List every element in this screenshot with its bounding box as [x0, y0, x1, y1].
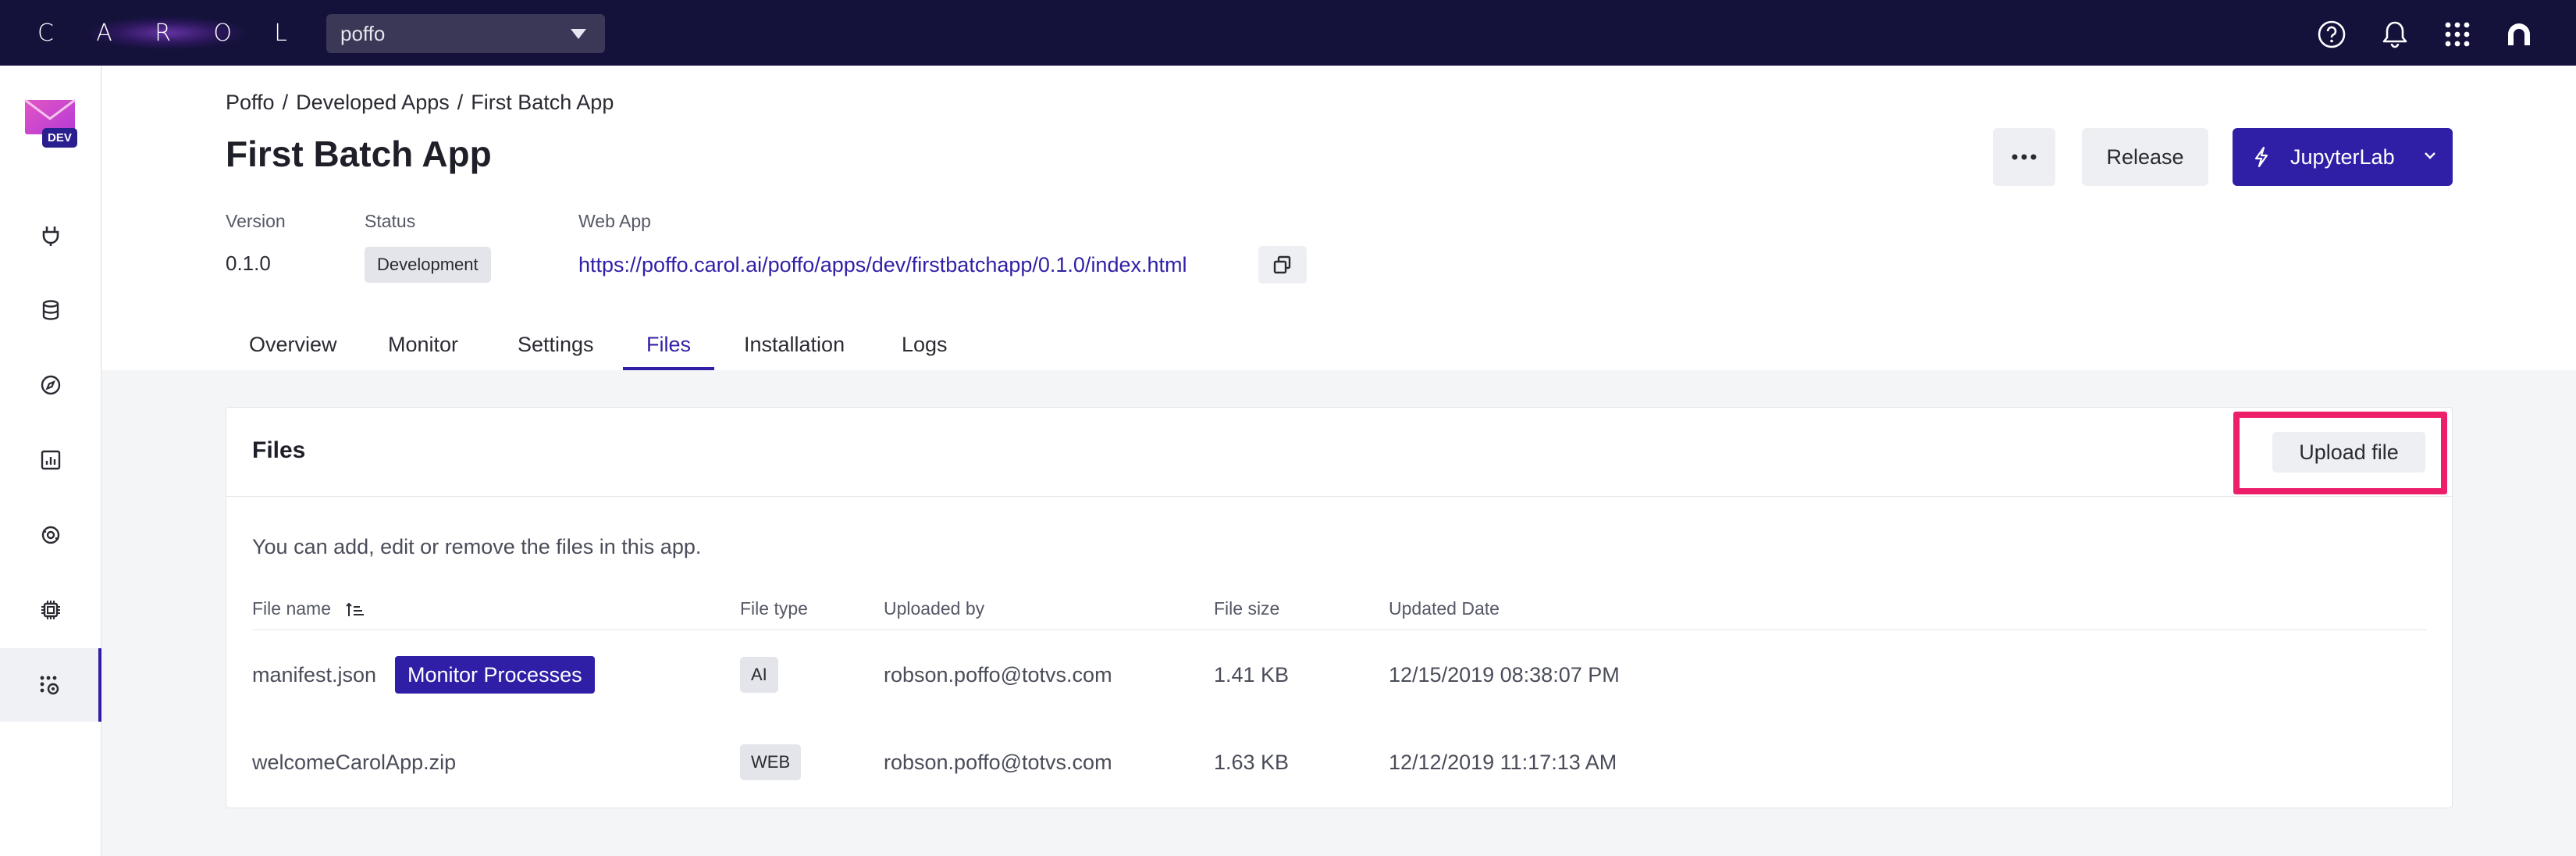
- files-description: You can add, edit or remove the files in…: [252, 535, 702, 558]
- breadcrumb-developed-apps[interactable]: Developed Apps: [296, 91, 450, 114]
- files-card-title: Files: [252, 437, 306, 463]
- highlight-box: [2233, 412, 2447, 494]
- tab-overview[interactable]: Overview: [226, 320, 361, 370]
- files-card-header: Files Upload file: [226, 408, 2452, 497]
- status-badge: Development: [365, 247, 491, 283]
- tab-installation[interactable]: Installation: [720, 320, 868, 370]
- logo-letter: L: [274, 19, 289, 47]
- file-type-badge: WEB: [740, 744, 802, 780]
- database-icon: [42, 300, 59, 320]
- sidebar-item-processes[interactable]: [0, 498, 101, 572]
- apps-settings-icon: [40, 676, 59, 695]
- breadcrumb-poffo[interactable]: Poffo: [226, 91, 275, 114]
- page-title: First Batch App: [226, 134, 492, 174]
- sidebar-item-data[interactable]: [0, 273, 101, 347]
- sidebar-item-apps[interactable]: [0, 648, 101, 722]
- plug-icon: [42, 226, 59, 246]
- bolt-icon: [2254, 146, 2268, 168]
- tab-settings[interactable]: Settings: [494, 320, 617, 370]
- dev-app-logo[interactable]: DEV: [23, 94, 78, 148]
- tab-monitor[interactable]: Monitor: [365, 320, 482, 370]
- breadcrumb-separator: /: [282, 91, 289, 114]
- copy-icon: [1273, 255, 1291, 274]
- version-value: 0.1.0: [226, 251, 271, 275]
- copy-url-button[interactable]: [1258, 246, 1307, 284]
- top-bar: C A R O L poffo: [0, 0, 2576, 66]
- carol-logo[interactable]: C A R O L: [34, 16, 292, 50]
- sync-icon: [41, 526, 60, 544]
- file-name[interactable]: welcomeCarolApp.zip: [252, 751, 456, 775]
- release-button[interactable]: Release: [2082, 128, 2208, 186]
- apps-grid-icon[interactable]: [2442, 19, 2473, 50]
- environment-select-value: poffo: [340, 21, 386, 45]
- help-icon[interactable]: [2316, 19, 2347, 50]
- tab-logs[interactable]: Logs: [878, 320, 971, 370]
- sidebar-item-connectors[interactable]: [0, 198, 101, 272]
- chart-icon: [41, 450, 61, 470]
- breadcrumb-separator: /: [457, 91, 464, 114]
- more-options-button[interactable]: [1993, 128, 2055, 186]
- webapp-link[interactable]: https://poffo.carol.ai/poffo/apps/dev/fi…: [578, 253, 1187, 277]
- file-name[interactable]: manifest.json: [252, 663, 376, 687]
- jupyterlab-button[interactable]: JupyterLab: [2233, 128, 2453, 186]
- logo-letter: O: [213, 19, 233, 47]
- column-header-file-name[interactable]: File name: [252, 598, 365, 619]
- sidebar-item-explore[interactable]: [0, 348, 101, 422]
- column-header-uploaded-by[interactable]: Uploaded by: [884, 598, 984, 619]
- sidebar-item-analytics[interactable]: [0, 423, 101, 497]
- files-card: Files Upload file You can add, edit or r…: [226, 407, 2453, 808]
- file-type-badge: AI: [740, 657, 778, 693]
- more-horizontal-icon: [2012, 154, 2037, 160]
- column-header-file-type[interactable]: File type: [740, 598, 808, 619]
- column-header-updated-date[interactable]: Updated Date: [1389, 598, 1500, 619]
- logo-letter: C: [37, 19, 55, 47]
- column-header-file-size[interactable]: File size: [1214, 598, 1279, 619]
- version-label: Version: [226, 211, 286, 231]
- sidebar-item-ai[interactable]: [0, 573, 101, 647]
- breadcrumb: Poffo / Developed Apps / First Batch App: [226, 91, 614, 115]
- column-header-label: File name: [252, 598, 331, 619]
- file-size: 1.41 KB: [1214, 663, 1290, 687]
- updated-date: 12/15/2019 08:38:07 PM: [1389, 663, 1620, 687]
- caret-down-icon: [571, 29, 586, 39]
- breadcrumb-current: First Batch App: [471, 91, 614, 114]
- environment-select[interactable]: poffo: [326, 14, 605, 53]
- chip-icon: [41, 601, 60, 619]
- sort-icon[interactable]: [345, 601, 365, 619]
- file-size: 1.63 KB: [1214, 751, 1290, 774]
- logo-letter: R: [155, 19, 173, 47]
- jupyterlab-label: JupyterLab: [2290, 144, 2395, 169]
- uploaded-by: robson.poffo@totvs.com: [884, 751, 1112, 774]
- webapp-label: Web App: [578, 211, 651, 231]
- bell-icon[interactable]: [2379, 19, 2411, 50]
- sidebar: DEV: [0, 66, 101, 856]
- tab-files[interactable]: Files: [623, 320, 715, 370]
- chevron-down-icon[interactable]: [2423, 150, 2437, 161]
- monitor-processes-tag[interactable]: Monitor Processes: [395, 656, 595, 694]
- status-label: Status: [365, 211, 416, 231]
- uploaded-by: robson.poffo@totvs.com: [884, 663, 1112, 687]
- logo-letter: A: [96, 19, 114, 47]
- user-avatar-icon[interactable]: [2503, 19, 2535, 50]
- updated-date: 12/12/2019 11:17:13 AM: [1389, 751, 1617, 774]
- dev-badge: DEV: [42, 128, 77, 148]
- compass-icon: [41, 375, 61, 395]
